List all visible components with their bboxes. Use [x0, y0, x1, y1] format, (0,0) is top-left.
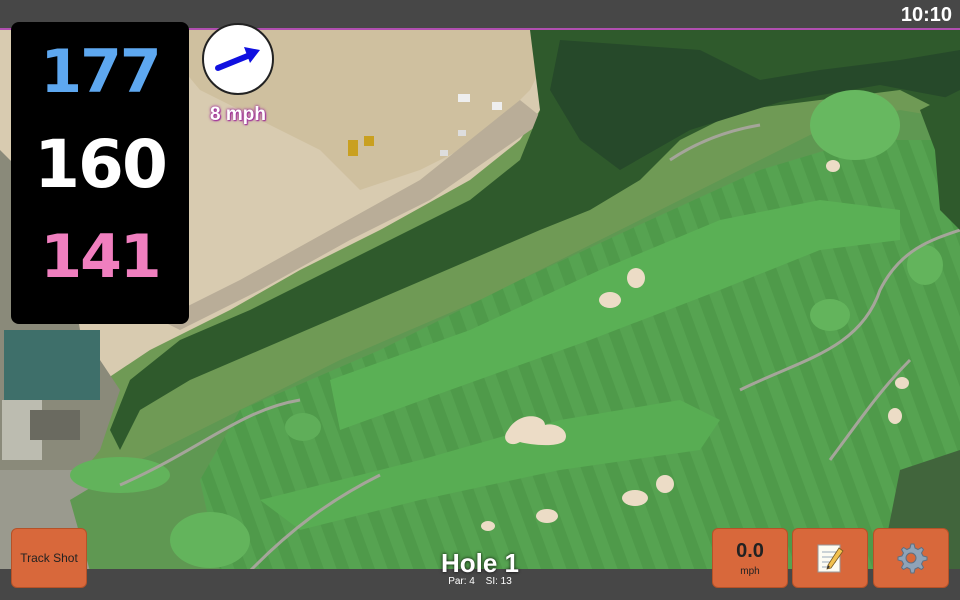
distance-middle: 160 — [34, 126, 168, 203]
distance-panel: 177 160 141 — [11, 22, 189, 324]
gear-icon — [897, 543, 928, 574]
distance-back: 177 — [40, 37, 161, 107]
clock: 10:10 — [900, 4, 952, 26]
wind-compass — [202, 23, 274, 95]
speed-value: 0.0 — [736, 539, 764, 562]
swing-speed-button[interactable]: 0.0 mph — [712, 528, 788, 588]
hole-stroke-index: SI: 13 — [485, 576, 512, 587]
settings-button[interactable] — [873, 528, 949, 588]
golf-gps-screen: 10:10 177 160 141 8 mph Track Shot Hole … — [0, 0, 960, 600]
hole-par: Par: 4 — [448, 576, 475, 587]
scorecard-notes-button[interactable] — [792, 528, 868, 588]
wind-direction-arrow-icon — [215, 47, 260, 71]
speed-unit: mph — [740, 565, 760, 577]
track-shot-button[interactable]: Track Shot — [11, 528, 87, 588]
notepad-icon — [817, 544, 844, 573]
hole-details: Par: 4 SI: 13 — [380, 576, 580, 587]
distance-front: 141 — [40, 222, 161, 292]
hole-title: Hole 1 — [440, 548, 520, 578]
track-shot-label: Track Shot — [20, 551, 78, 565]
wind-speed: 8 mph — [210, 104, 266, 125]
